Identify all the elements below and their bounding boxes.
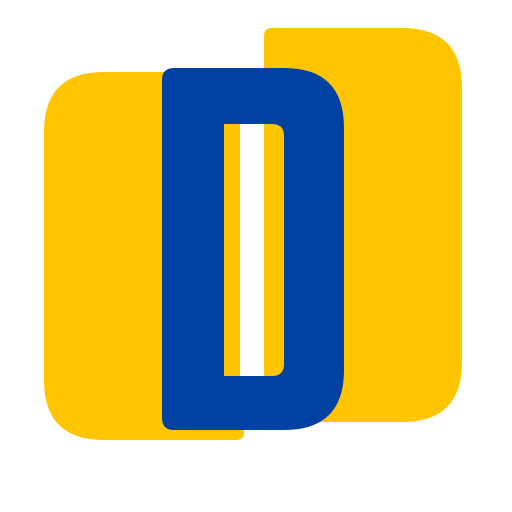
inner-yellow-strip: [224, 124, 240, 376]
inner-white-stripe: [240, 124, 254, 376]
letter-d-logo-icon: [44, 28, 462, 440]
app-logo: [0, 0, 512, 512]
